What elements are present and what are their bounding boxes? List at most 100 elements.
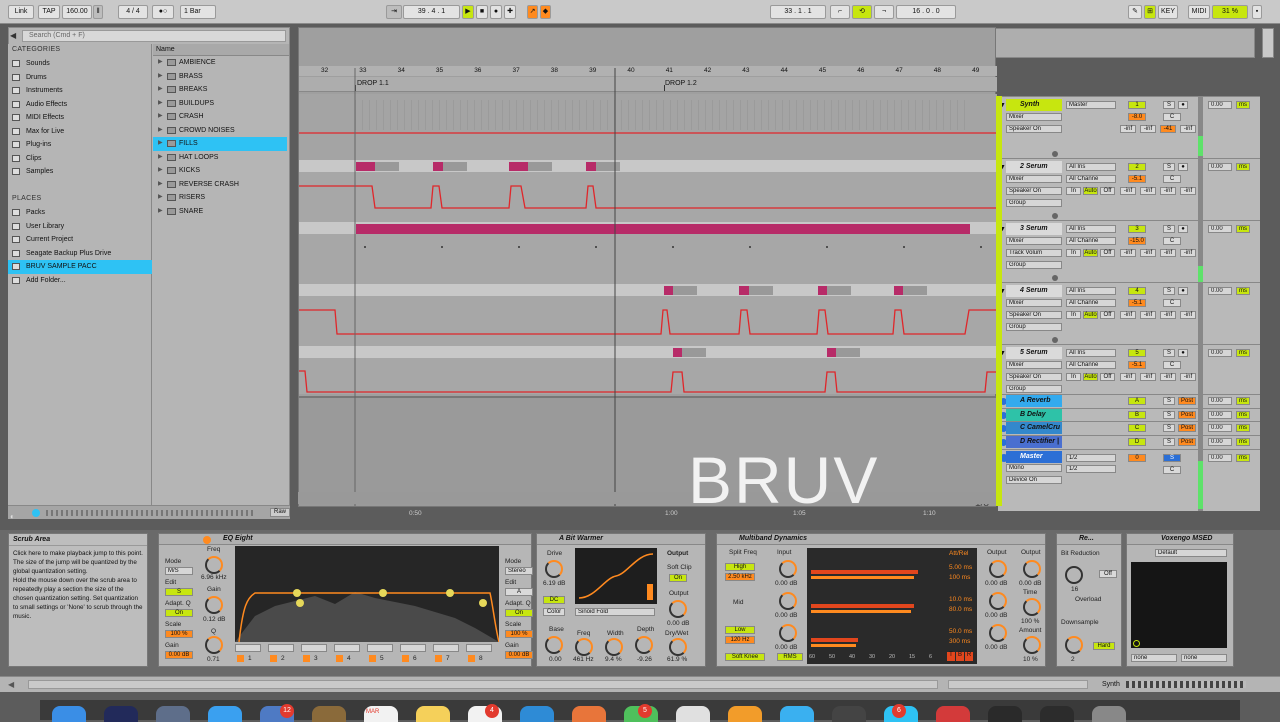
automation-point[interactable] bbox=[826, 246, 828, 248]
filter-type-select[interactable] bbox=[466, 644, 492, 652]
shape-select[interactable]: Sinoid Fold bbox=[575, 608, 655, 616]
return-track-d[interactable]: D Rectifier | D S Post 0.00 ms bbox=[998, 434, 1260, 449]
track-volume[interactable]: -5.1 bbox=[1128, 361, 1146, 369]
eq-display[interactable] bbox=[235, 546, 499, 642]
midi-clip[interactable] bbox=[433, 162, 443, 171]
loop-switch-icon[interactable]: ⟲ bbox=[852, 5, 872, 19]
rms-button[interactable]: RMS bbox=[777, 653, 803, 661]
eq-band-point[interactable] bbox=[446, 589, 454, 597]
midi-clip[interactable] bbox=[509, 162, 528, 171]
expand-icon[interactable]: ▶ bbox=[158, 137, 163, 151]
input-channel-select[interactable]: All Channe bbox=[1066, 299, 1116, 307]
stereo-select[interactable]: Stereo bbox=[505, 567, 533, 575]
hard-button[interactable]: Hard bbox=[1093, 642, 1115, 650]
a-bit-warmer-title[interactable]: A Bit Warmer bbox=[537, 534, 705, 545]
device-on-select[interactable]: Device On bbox=[1006, 476, 1062, 484]
automation-point[interactable] bbox=[364, 246, 366, 248]
dc-button[interactable]: DC bbox=[543, 596, 565, 604]
eq-band-2[interactable]: 2 bbox=[268, 644, 298, 664]
arm-icon[interactable]: ● bbox=[1178, 225, 1188, 233]
band-on-icon[interactable] bbox=[402, 655, 409, 662]
song-position-field[interactable]: 39 . 4 . 1 bbox=[403, 5, 460, 19]
mixer-track-4[interactable]: ▼ 4 Serum All Ins All Channe Mixer Speaker On… bbox=[998, 282, 1260, 344]
place-packs[interactable]: Packs bbox=[8, 206, 152, 220]
redux-device[interactable]: Re... Bit Reduction 16 Off Overload Down… bbox=[1056, 533, 1122, 667]
browser-search-input[interactable]: Search (Cmd + F) bbox=[22, 30, 286, 42]
band-on-icon[interactable] bbox=[435, 655, 442, 662]
folder-brass[interactable]: ▶ BRASS bbox=[153, 70, 287, 84]
solo-button[interactable]: S bbox=[1163, 225, 1175, 233]
low-band-button[interactable]: Low bbox=[725, 626, 755, 634]
gain-value[interactable]: 0.00 dB bbox=[165, 651, 193, 659]
folder-ambience[interactable]: ▶ AMBIENCE bbox=[153, 56, 287, 70]
cue-mono-select[interactable]: Mono bbox=[1006, 464, 1062, 472]
clip-tail[interactable] bbox=[827, 286, 851, 295]
folder-breaks[interactable]: ▶ BREAKS bbox=[153, 83, 287, 97]
draw-mode-icon[interactable]: ✎ bbox=[1128, 5, 1142, 19]
freq-knob-w[interactable] bbox=[575, 638, 593, 656]
track-volume[interactable]: -5.1 bbox=[1128, 175, 1146, 183]
category-instruments[interactable]: Instruments bbox=[8, 84, 152, 98]
eq-band-5[interactable]: 5 bbox=[367, 644, 397, 664]
folder-crowd-noises[interactable]: ▶ CROWD NOISES bbox=[153, 124, 287, 138]
return-delay[interactable]: 0.00 bbox=[1208, 437, 1232, 446]
preset-select[interactable]: Default bbox=[1155, 549, 1227, 557]
computer-midi-icon[interactable]: ⊞ bbox=[1144, 5, 1156, 19]
color-button[interactable]: Color bbox=[543, 608, 565, 616]
band-on-icon[interactable] bbox=[303, 655, 310, 662]
status-left-icon[interactable]: ◀ bbox=[8, 680, 14, 689]
monitor-in-button[interactable]: In bbox=[1066, 249, 1081, 257]
track-activator[interactable]: 4 bbox=[1128, 287, 1146, 295]
automation-line[interactable] bbox=[299, 185, 997, 209]
input-knob-high[interactable] bbox=[779, 560, 797, 578]
midi-clip[interactable] bbox=[673, 348, 682, 357]
overview-side-toggle-icon[interactable] bbox=[1262, 28, 1274, 58]
adapt-q-right-button[interactable]: On bbox=[505, 609, 533, 617]
input-knob-mid[interactable] bbox=[779, 592, 797, 610]
filter-type-select[interactable] bbox=[400, 644, 426, 652]
delay-unit[interactable]: ms bbox=[1236, 225, 1250, 233]
arm-icon[interactable]: ● bbox=[1178, 101, 1188, 109]
output-knob-high[interactable] bbox=[989, 560, 1007, 578]
category-sounds[interactable]: Sounds bbox=[8, 57, 152, 71]
automation-point[interactable] bbox=[980, 246, 982, 248]
adapt-q-button[interactable]: On bbox=[165, 609, 193, 617]
mode-t-button[interactable]: T bbox=[947, 652, 955, 661]
routing-select[interactable]: Mixer bbox=[1006, 113, 1062, 121]
monitor-in-button[interactable]: In bbox=[1066, 187, 1081, 195]
filter-type-select[interactable] bbox=[268, 644, 294, 652]
output-master-knob[interactable] bbox=[1023, 560, 1041, 578]
redux-title[interactable]: Re... bbox=[1057, 534, 1121, 545]
folder-hat-loops[interactable]: ▶ HAT LOOPS bbox=[153, 151, 287, 165]
filter-type-select[interactable] bbox=[433, 644, 459, 652]
automation-arm-icon[interactable]: ↗ bbox=[527, 5, 538, 19]
soft-clip-button[interactable]: On bbox=[669, 574, 687, 582]
track-delay[interactable]: 0.00 bbox=[1208, 349, 1232, 357]
att-rel-value[interactable]: 80.0 ms bbox=[949, 606, 972, 613]
filter-type-select[interactable] bbox=[235, 644, 261, 652]
clip-tail[interactable] bbox=[673, 286, 697, 295]
routing-select[interactable]: Speaker On bbox=[1006, 125, 1062, 133]
track-volume[interactable]: -15.0 bbox=[1128, 237, 1146, 245]
track-pan[interactable]: C bbox=[1163, 361, 1181, 369]
midi-clip[interactable] bbox=[818, 286, 827, 295]
arrangement-view[interactable]: 32 33 34 35 36 37 38 39 40 41 42 43 44 45 46 47 48 49 DRO… bbox=[298, 27, 997, 517]
midi-clip[interactable] bbox=[739, 286, 749, 295]
track-options-icon[interactable] bbox=[1052, 213, 1058, 219]
expand-icon[interactable]: ▶ bbox=[158, 70, 163, 84]
master-delay[interactable]: 0.00 bbox=[1208, 454, 1232, 462]
return-delay[interactable]: 0.00 bbox=[1208, 424, 1232, 432]
param-select-1[interactable]: none bbox=[1131, 654, 1177, 662]
time-ruler-strip[interactable] bbox=[298, 492, 996, 504]
clip-tail[interactable] bbox=[903, 286, 927, 295]
folder-snare[interactable]: ▶ SNARE bbox=[153, 205, 287, 219]
track-pan[interactable]: C bbox=[1163, 175, 1181, 183]
eq-eight-title[interactable]: EQ Eight bbox=[159, 534, 531, 545]
automation-point[interactable] bbox=[595, 246, 597, 248]
master-delay-unit[interactable]: ms bbox=[1236, 454, 1250, 462]
output-knob[interactable] bbox=[669, 600, 687, 618]
input-channel-select[interactable]: All Channe bbox=[1066, 237, 1116, 245]
expand-icon[interactable]: ▶ bbox=[158, 164, 163, 178]
scale-value[interactable]: 100 % bbox=[165, 630, 193, 638]
place-add-folder-[interactable]: Add Folder... bbox=[8, 274, 152, 288]
